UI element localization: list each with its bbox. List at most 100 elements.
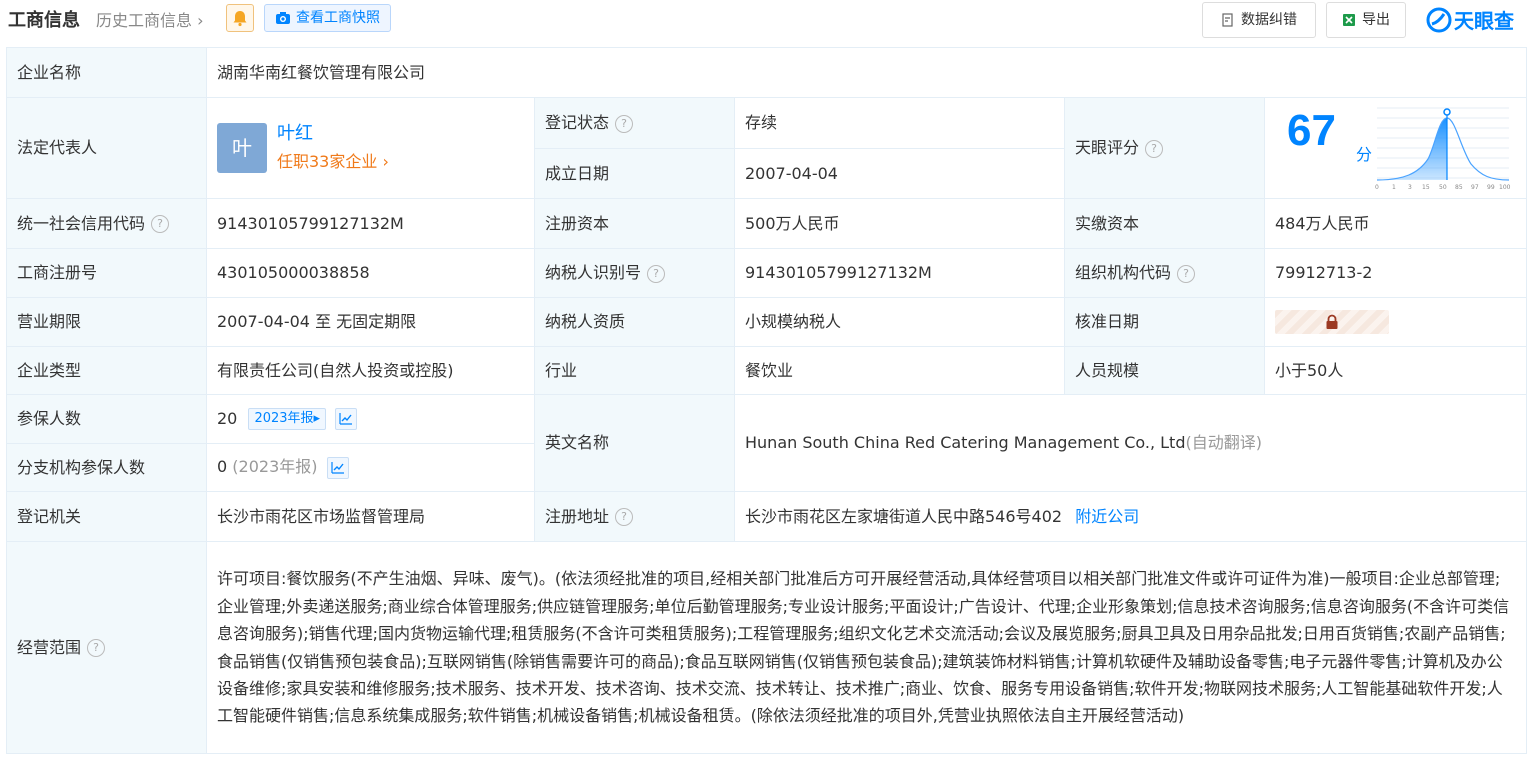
auto-translate-note: (自动翻译) — [1185, 433, 1262, 452]
legal-rep-posts: 任职33家企业 — [277, 152, 378, 171]
section-title: 工商信息 — [8, 10, 80, 31]
insured-report-tag[interactable]: 2023年报▸ — [248, 408, 327, 431]
score-value: 67 — [1287, 106, 1336, 155]
help-icon[interactable]: ? — [1177, 264, 1196, 283]
legal-rep-posts-link[interactable]: 任职33家企业 › — [277, 148, 389, 176]
score-tick: 50 — [1439, 184, 1447, 191]
score-unit: 分 — [1356, 145, 1373, 164]
branch-report-note: (2023年报) — [232, 457, 318, 477]
status-value: 存续 — [734, 97, 1065, 149]
legal-rep-name[interactable]: 叶红 — [277, 120, 389, 148]
score-tick: 100 — [1499, 184, 1511, 191]
credit-code-label-cell: 统一社会信用代码? — [6, 198, 207, 249]
lock-icon — [1326, 314, 1338, 329]
score-cell[interactable]: 67 分 0 1 3 15 50 85 97 99 100 — [1263, 97, 1528, 199]
score-tick: 1 — [1392, 184, 1396, 191]
brand-name: 天眼查 — [1454, 9, 1514, 33]
edit-doc-icon — [1222, 13, 1233, 27]
paid-capital-value: 484万人民币 — [1263, 198, 1528, 249]
org-code-label: 组织机构代码 — [1075, 263, 1172, 282]
monitor-button[interactable] — [226, 4, 254, 32]
company-name-label: 企业名称 — [6, 47, 207, 98]
reg-no-label: 工商注册号 — [6, 248, 207, 298]
brand-logo: 天眼查 — [1426, 5, 1514, 34]
founded-label: 成立日期 — [534, 148, 735, 199]
history-label: 历史工商信息 — [96, 11, 193, 30]
snapshot-button[interactable]: 查看工商快照 — [264, 4, 391, 32]
tax-id-value: 91430105799127132M — [734, 248, 1065, 298]
branch-insured-label: 分支机构参保人数 — [6, 443, 207, 492]
authority-label: 登记机关 — [6, 491, 207, 542]
legal-rep-cell: 叶 叶红 任职33家企业 › — [206, 97, 535, 199]
help-icon[interactable]: ? — [1145, 139, 1164, 158]
table-row: 统一社会信用代码? 91430105799127132M 注册资本 500万人民… — [6, 198, 1528, 249]
help-icon[interactable]: ? — [87, 639, 106, 657]
data-correct-button[interactable]: 数据纠错 — [1202, 2, 1316, 38]
table-row: 工商注册号 430105000038858 纳税人识别号? 9143010579… — [6, 248, 1528, 298]
trend-chart-button[interactable] — [326, 456, 349, 479]
company-name: 湖南华南红餐饮管理有限公司 — [205, 47, 1528, 98]
nearby-companies-link[interactable]: 附近公司 — [1075, 507, 1139, 526]
founded-value: 2007-04-04 — [734, 148, 1065, 199]
locked-content[interactable] — [1275, 310, 1389, 334]
snapshot-label: 查看工商快照 — [296, 10, 380, 26]
tax-id-label: 纳税人识别号 — [545, 263, 642, 282]
table-row: 参保人数 20 2023年报▸ 英文名称 Hunan South China R… — [6, 394, 1528, 492]
trend-chart-icon — [339, 413, 353, 425]
org-code-value: 79912713-2 — [1263, 248, 1528, 298]
credit-code-label: 统一社会信用代码 — [17, 213, 146, 233]
caret-right-icon: ▸ — [313, 411, 321, 427]
en-name-label: 英文名称 — [534, 394, 735, 492]
industry-value: 餐饮业 — [734, 346, 1065, 395]
score-label-cell: 天眼评分? — [1064, 97, 1265, 199]
data-correct-label: 数据纠错 — [1241, 12, 1297, 28]
bell-icon — [233, 11, 247, 27]
address-label: 注册地址 — [545, 506, 610, 526]
business-scope-text: 许可项目:餐饮服务(不产生油烟、异味、废气)。(依法须经批准的项目,经相关部门批… — [205, 541, 1528, 754]
approve-date-label: 核准日期 — [1064, 297, 1265, 347]
scope-label-cell: 经营范围? — [6, 541, 207, 754]
address-cell: 长沙市雨花区左家塘街道人民中路546号402 附近公司 — [733, 491, 1528, 542]
table-row: 经营范围? 许可项目:餐饮服务(不产生油烟、异味、废气)。(依法须经批准的项目,… — [6, 541, 1528, 754]
help-icon[interactable]: ? — [647, 264, 666, 283]
branch-insured-cell: 0 (2023年报) — [206, 443, 535, 492]
staff-size-label: 人员规模 — [1064, 346, 1265, 395]
score-distribution-chart: 0 1 3 15 50 85 97 99 100 — [1375, 107, 1511, 191]
table-row: 企业名称 湖南华南红餐饮管理有限公司 — [6, 47, 1528, 98]
address-value: 长沙市雨花区左家塘街道人民中路546号402 — [745, 506, 1063, 526]
term-value: 2007-04-04 至 无固定期限 — [206, 297, 535, 347]
approve-date-cell — [1263, 297, 1528, 347]
score-tick: 3 — [1408, 184, 1412, 191]
score-tick: 15 — [1422, 184, 1430, 191]
scope-label: 经营范围 — [17, 637, 82, 657]
paid-capital-label: 实缴资本 — [1064, 198, 1265, 249]
excel-icon — [1343, 14, 1355, 26]
help-icon[interactable]: ? — [615, 114, 634, 133]
trend-chart-icon — [330, 461, 344, 474]
status-label-cell: 登记状态? — [534, 97, 735, 149]
industry-label: 行业 — [534, 346, 735, 395]
export-label: 导出 — [1362, 12, 1390, 28]
company-type-value: 有限责任公司(自然人投资或控股) — [206, 346, 535, 395]
insured-label: 参保人数 — [6, 394, 207, 444]
trend-chart-button[interactable] — [335, 408, 358, 431]
score-tick: 0 — [1375, 184, 1379, 191]
business-info-table: 企业名称 湖南华南红餐饮管理有限公司 法定代表人 叶 叶红 任职33家企业 › … — [6, 47, 1528, 754]
branch-insured-value: 0 — [217, 457, 228, 477]
table-row: 企业类型 有限责任公司(自然人投资或控股) 行业 餐饮业 人员规模 小于50人 — [6, 346, 1528, 395]
score-tick: 85 — [1455, 184, 1463, 191]
insured-report-label: 2023年报 — [254, 411, 314, 427]
export-button[interactable]: 导出 — [1326, 2, 1406, 38]
status-label: 登记状态 — [545, 113, 610, 132]
term-label: 营业期限 — [6, 297, 207, 347]
legal-rep-label: 法定代表人 — [6, 97, 207, 199]
tianyancha-logo-icon — [1426, 7, 1452, 32]
insured-cell: 20 2023年报▸ — [206, 394, 535, 444]
score-tick: 97 — [1471, 184, 1479, 191]
chevron-right-icon: › — [192, 11, 204, 30]
help-icon[interactable]: ? — [615, 508, 634, 526]
credit-code-value: 91430105799127132M — [206, 198, 535, 249]
avatar[interactable]: 叶 — [217, 123, 267, 173]
help-icon[interactable]: ? — [151, 215, 170, 233]
history-link[interactable]: 历史工商信息 › — [96, 7, 204, 31]
